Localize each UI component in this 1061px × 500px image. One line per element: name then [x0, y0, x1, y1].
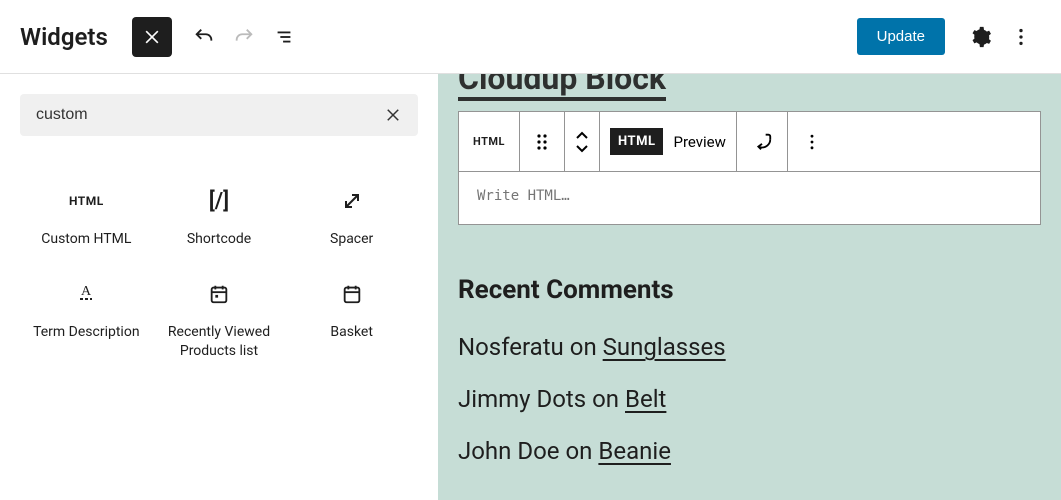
block-recently-viewed-products[interactable]: Recently Viewed Products list [153, 269, 286, 371]
clear-search-button[interactable] [384, 106, 402, 124]
svg-text:A: A [81, 284, 92, 299]
recent-comments-title: Recent Comments [458, 275, 1041, 305]
block-label: Basket [330, 323, 373, 342]
block-type-indicator[interactable]: HTML [459, 112, 520, 171]
basket-icon [341, 279, 363, 309]
comment-item: Jimmy Dots on Belt [458, 385, 1041, 413]
editor-canvas[interactable]: Cloudup Block HTML HTML Preview [438, 74, 1061, 500]
close-inserter-button[interactable] [132, 17, 172, 57]
drag-handle[interactable] [520, 112, 565, 171]
redo-button[interactable] [224, 17, 264, 57]
comment-author: Jimmy Dots [458, 385, 586, 413]
html-mode-button[interactable]: HTML [610, 128, 663, 155]
block-label: Recently Viewed Products list [161, 323, 278, 361]
block-options-button[interactable] [788, 112, 836, 171]
block-term-description[interactable]: A Term Description [20, 269, 153, 371]
block-inserter-sidebar: HTML Custom HTML [/] Shortcode Spacer A … [0, 74, 438, 500]
custom-html-block[interactable]: HTML HTML Preview [458, 111, 1041, 225]
options-button[interactable] [1001, 17, 1041, 57]
html-block-content [459, 172, 1040, 224]
page-title: Widgets [20, 23, 108, 51]
calendar-icon [208, 279, 230, 309]
spacer-icon [340, 186, 364, 216]
block-label: Custom HTML [41, 230, 131, 249]
shortcode-icon: [/] [209, 186, 229, 216]
comment-author: Nosferatu [458, 333, 564, 361]
block-grid: HTML Custom HTML [/] Shortcode Spacer A … [20, 176, 418, 371]
comment-post-link[interactable]: Sunglasses [603, 333, 726, 361]
comment-item: John Doe on Beanie [458, 437, 1041, 465]
previous-widget-title: Cloudup Block [458, 74, 666, 101]
block-label: Spacer [330, 230, 373, 249]
block-mover [565, 112, 600, 171]
move-up-button[interactable] [575, 131, 589, 141]
main-area: HTML Custom HTML [/] Shortcode Spacer A … [0, 74, 1061, 500]
undo-button[interactable] [184, 17, 224, 57]
block-label: Term Description [33, 323, 139, 342]
html-icon: HTML [69, 186, 104, 216]
editor-header: Widgets Update [0, 0, 1061, 74]
block-custom-html[interactable]: HTML Custom HTML [20, 176, 153, 259]
comment-post-link[interactable]: Beanie [598, 437, 671, 465]
update-button[interactable]: Update [857, 18, 945, 55]
html-textarea[interactable] [477, 188, 1022, 204]
list-view-button[interactable] [264, 17, 304, 57]
block-toolbar: HTML HTML Preview [459, 112, 1040, 172]
term-icon: A [74, 279, 98, 309]
comment-item: Nosferatu on Sunglasses [458, 333, 1041, 361]
block-shortcode[interactable]: [/] Shortcode [153, 176, 286, 259]
html-label-icon: HTML [473, 135, 505, 148]
block-spacer[interactable]: Spacer [285, 176, 418, 259]
comment-post-link[interactable]: Belt [625, 385, 666, 413]
settings-button[interactable] [961, 17, 1001, 57]
comment-author: John Doe [458, 437, 560, 465]
preview-mode-button[interactable]: Preview [673, 133, 725, 151]
html-preview-toggle: HTML Preview [600, 112, 737, 171]
block-search-box [20, 94, 418, 136]
move-to-widget-area-button[interactable] [737, 112, 788, 171]
block-search-input[interactable] [36, 106, 384, 124]
move-down-button[interactable] [575, 143, 589, 153]
block-basket[interactable]: Basket [285, 269, 418, 371]
block-label: Shortcode [187, 230, 251, 249]
